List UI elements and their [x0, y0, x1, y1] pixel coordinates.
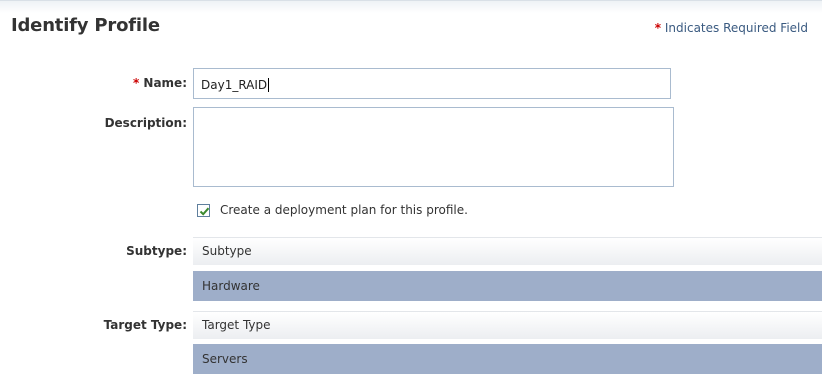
subtype-option-hardware[interactable]: Hardware: [193, 271, 822, 301]
name-label: * Name:: [133, 76, 187, 90]
subtype-column-header: Subtype: [193, 237, 822, 265]
deployment-plan-label[interactable]: Create a deployment plan for this profil…: [220, 203, 468, 217]
target-type-option-servers[interactable]: Servers: [193, 344, 822, 374]
subtype-label: Subtype:: [126, 244, 187, 258]
required-field-note: * Indicates Required Field: [655, 21, 808, 35]
name-required-star: *: [132, 76, 140, 90]
description-textarea[interactable]: [193, 107, 674, 187]
name-label-text: Name:: [143, 76, 187, 90]
required-note-text: Indicates Required Field: [664, 21, 808, 35]
text-caret: [268, 78, 270, 92]
name-input-value: Day1_RAID: [201, 78, 268, 92]
target-type-column-header: Target Type: [193, 311, 822, 339]
checkmark-icon: [199, 207, 210, 216]
target-type-label: Target Type:: [103, 318, 187, 332]
section-title: Identify Profile: [11, 15, 160, 36]
name-input[interactable]: Day1_RAID: [193, 68, 671, 99]
description-label: Description:: [104, 116, 187, 130]
section-header: Identify Profile * Indicates Required Fi…: [0, 0, 822, 51]
deployment-plan-checkbox[interactable]: [197, 204, 210, 217]
required-star: *: [654, 21, 662, 35]
